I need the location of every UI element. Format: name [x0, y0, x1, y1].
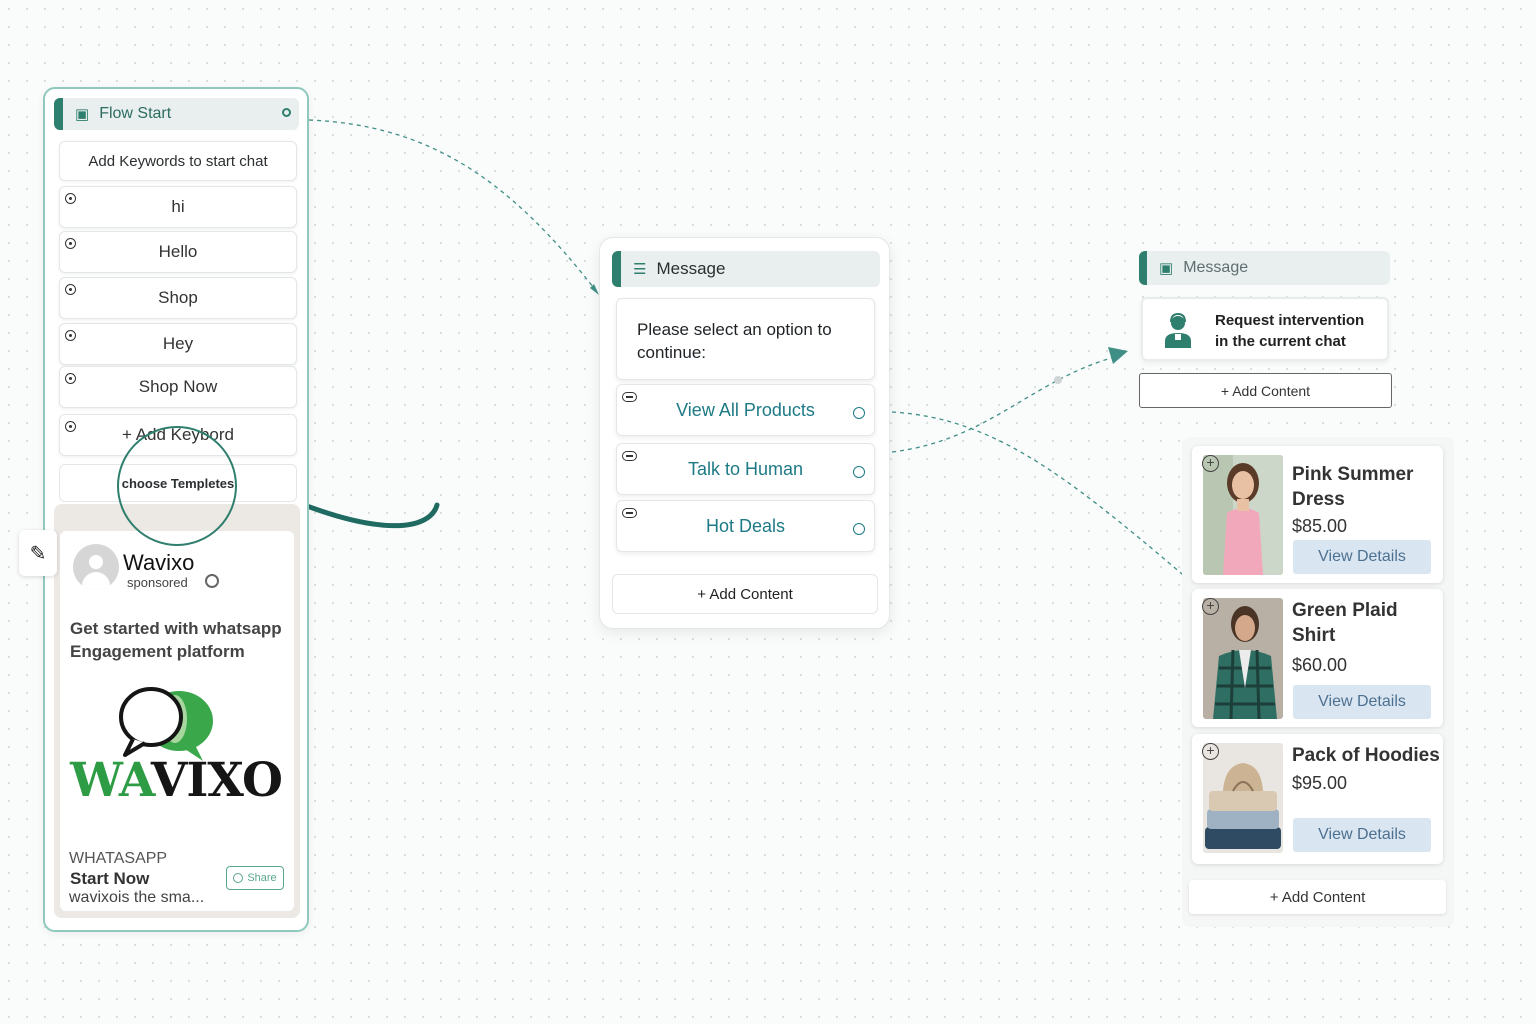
product-name: Green Plaid Shirt — [1292, 600, 1398, 646]
view-details-button[interactable]: View Details — [1293, 818, 1431, 852]
avatar — [73, 544, 119, 590]
list-icon: ☰ — [633, 261, 647, 278]
radio-icon[interactable] — [65, 421, 76, 432]
keyword-label: hi — [171, 197, 185, 216]
add-content-button[interactable]: + Add Content — [1189, 880, 1446, 914]
connector-icon[interactable] — [853, 523, 865, 535]
wavixo-logo: WAVIXO — [70, 753, 283, 808]
flow-start-header[interactable]: ▣ Flow Start — [54, 98, 299, 130]
message-title: Message — [656, 259, 726, 278]
output-handle-icon[interactable] — [282, 108, 291, 117]
window-icon: ▣ — [75, 106, 90, 123]
quick-reply-label: Hot Deals — [705, 515, 786, 536]
link-icon — [622, 508, 637, 518]
ad-preview: Wavixo sponsored Get started with whatsa… — [54, 504, 300, 918]
ad-description: wavixois the sma... — [69, 889, 205, 906]
ad-account-name: Wavixo — [123, 550, 195, 575]
keyword-label: Shop Now — [138, 377, 218, 396]
keyword-label: Hello — [158, 242, 198, 261]
message-header[interactable]: ☰ Message — [612, 251, 880, 287]
add-icon[interactable]: + — [1202, 743, 1219, 760]
product-price: $60.00 — [1292, 655, 1348, 675]
view-details-button[interactable]: View Details — [1293, 685, 1431, 719]
quick-reply-button[interactable]: Talk to Human — [616, 443, 875, 495]
quick-reply-button[interactable]: Hot Deals — [616, 500, 875, 552]
radio-icon[interactable] — [65, 193, 76, 204]
product-price: $95.00 — [1292, 773, 1348, 793]
product-card[interactable]: + Green Plaid Shirt $60.00 View Details — [1192, 589, 1443, 727]
share-icon — [233, 873, 244, 883]
link-icon — [622, 451, 637, 461]
support-agent-icon — [1165, 312, 1191, 348]
keyword-item[interactable]: Shop Now — [59, 366, 297, 408]
quick-reply-label: View All Products — [676, 399, 815, 420]
quick-reply-label: Talk to Human — [687, 458, 804, 479]
message-body-text[interactable]: Please select an option to continue: — [616, 298, 875, 380]
share-label: Share — [247, 872, 277, 884]
keyword-item[interactable]: Hello — [59, 231, 297, 273]
edit-button[interactable]: ✎ — [19, 530, 57, 576]
product-price: $85.00 — [1292, 516, 1348, 536]
link-icon — [622, 392, 637, 402]
ad-cta-text: Start Now — [70, 869, 150, 888]
radio-icon[interactable] — [65, 373, 76, 384]
radio-icon[interactable] — [65, 284, 76, 295]
ad-card: Wavixo sponsored Get started with whatsa… — [60, 531, 294, 911]
globe-icon — [205, 574, 219, 588]
flow-start-node[interactable]: ▣ Flow Start Add Keywords to start chat … — [43, 87, 309, 932]
radio-icon[interactable] — [65, 238, 76, 249]
keyword-label: Shop — [158, 288, 198, 307]
human-handoff-message[interactable]: Request intervention in the current chat — [1141, 297, 1389, 361]
header-accent-bar — [1139, 251, 1147, 285]
keyword-item[interactable]: hi — [59, 186, 297, 228]
keyword-label: Hey — [162, 334, 194, 353]
message-node[interactable]: ☰ Message Please select an option to con… — [599, 237, 890, 629]
add-keyword-label: + Add Keybord — [121, 425, 234, 444]
share-button[interactable]: Share — [226, 866, 284, 890]
product-name: Pink Summer Dress — [1292, 464, 1414, 510]
view-details-button[interactable]: View Details — [1293, 540, 1431, 574]
right-message-title: Message — [1183, 259, 1249, 276]
header-accent-bar — [54, 98, 63, 130]
pencil-icon: ✎ — [29, 542, 47, 565]
ad-source-label: WHATASAPP — [69, 850, 168, 867]
flow-start-title: Flow Start — [99, 105, 172, 122]
keyword-item[interactable]: Shop — [59, 277, 297, 319]
right-message-header[interactable]: ▣ Message — [1139, 251, 1390, 285]
ad-sponsored-label: sponsored — [127, 575, 188, 590]
add-content-button[interactable]: + Add Content — [1139, 373, 1392, 408]
product-name: Pack of Hoodies — [1292, 745, 1440, 766]
header-accent-bar — [612, 251, 621, 287]
choose-templates-button[interactable]: choose Templetes — [59, 464, 297, 502]
add-keyword-button[interactable]: + Add Keybord — [59, 414, 297, 456]
product-image — [1203, 743, 1283, 853]
window-icon: ▣ — [1159, 260, 1174, 277]
quick-reply-button[interactable]: View All Products — [616, 384, 875, 436]
keyword-item[interactable]: Hey — [59, 323, 297, 365]
product-card[interactable]: + Pink Summer Dress $85.00 View Details — [1192, 446, 1443, 583]
add-icon[interactable]: + — [1202, 455, 1219, 472]
ad-headline: Get started with whatsapp Engagement pla… — [70, 619, 282, 661]
connector-icon[interactable] — [853, 466, 865, 478]
connector-icon[interactable] — [853, 407, 865, 419]
radio-icon[interactable] — [65, 330, 76, 341]
add-content-button[interactable]: + Add Content — [612, 574, 878, 614]
product-carousel: + Pink Summer Dress $85.00 View Details … — [1182, 437, 1454, 927]
keywords-title: Add Keywords to start chat — [59, 141, 297, 181]
add-icon[interactable]: + — [1202, 598, 1219, 615]
product-image — [1203, 598, 1283, 719]
product-card[interactable]: + Pack of Hoodies $95.00 View Details — [1192, 734, 1443, 864]
handoff-text: Request intervention in the current chat — [1215, 312, 1365, 350]
product-image — [1203, 455, 1283, 575]
